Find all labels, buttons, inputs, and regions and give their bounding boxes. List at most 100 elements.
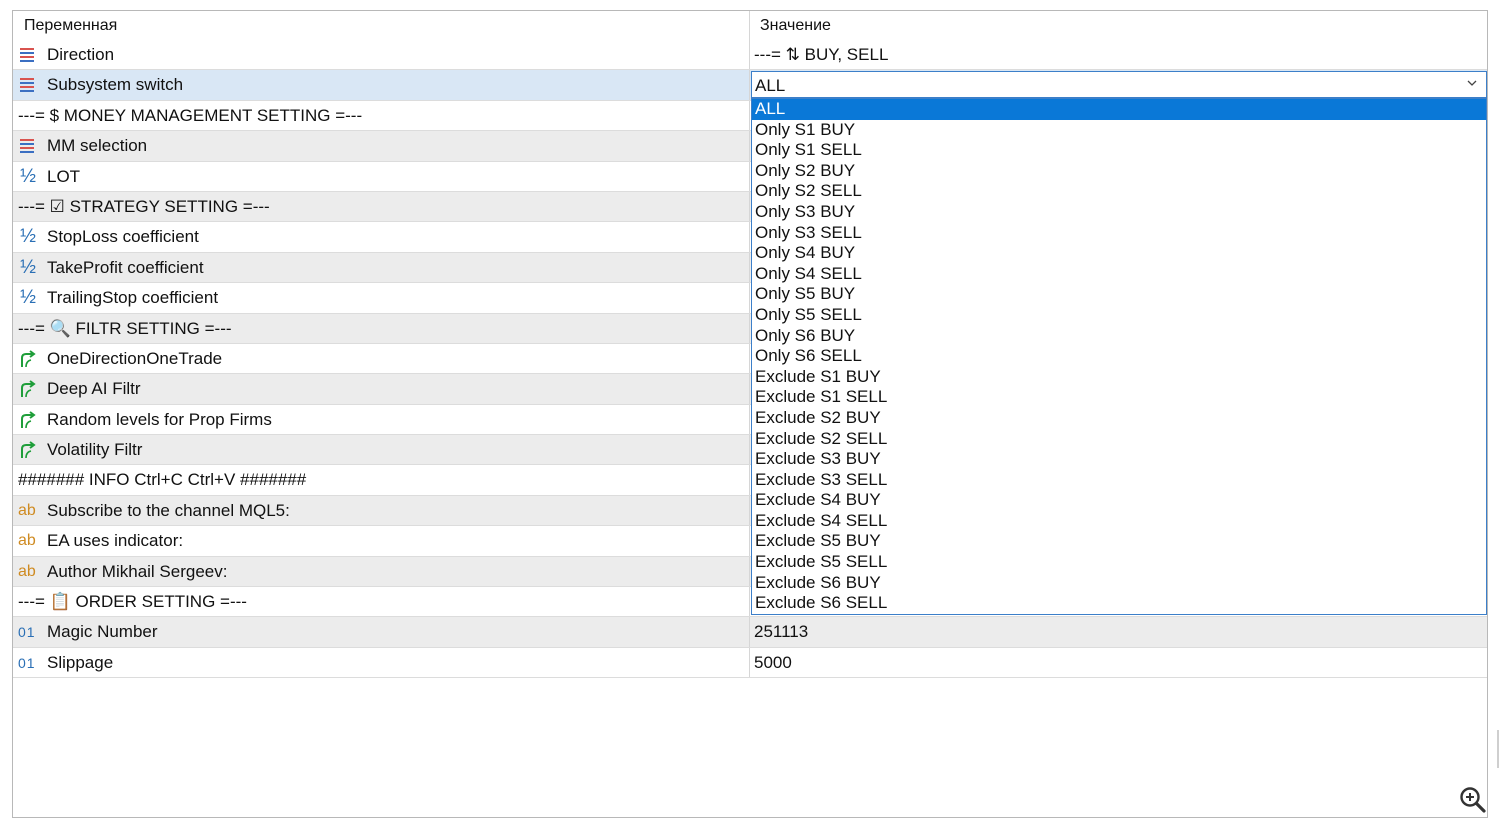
parameter-name-label: TakeProfit coefficient [47,257,204,277]
parameter-name-label: ---= ☑ STRATEGY SETTING =--- [18,196,270,216]
cell-divider [749,404,750,435]
parameter-row[interactable]: 01 Slippage 5000 [13,647,1487,679]
parameter-name: OneDirectionOneTrade [18,344,222,374]
parameter-name-label: Volatility Filtr [47,440,143,460]
parameter-name-label: ####### INFO Ctrl+C Ctrl+V ####### [18,470,307,490]
combobox-value: ALL [755,76,786,95]
dropdown-option[interactable]: Exclude S3 SELL [752,470,1486,491]
parameter-name-label: LOT [47,166,81,186]
parameter-value[interactable]: 5000 [754,648,792,678]
dropdown-option[interactable]: Only S2 BUY [752,161,1486,182]
parameter-name: ####### INFO Ctrl+C Ctrl+V ####### [18,465,306,495]
dropdown-option[interactable]: Exclude S4 SELL [752,511,1486,532]
parameter-name: ---= ☑ STRATEGY SETTING =--- [18,192,270,222]
parameter-name: Volatility Filtr [18,435,142,465]
column-header-name[interactable]: Переменная [24,17,117,35]
cell-divider [749,343,750,374]
parameter-name: ½ TrailingStop coefficient [18,283,218,313]
dropdown-option[interactable]: Only S5 SELL [752,305,1486,326]
dropdown-option[interactable]: Exclude S6 BUY [752,573,1486,594]
dropdown-option[interactable]: Only S1 BUY [752,120,1486,141]
parameter-name: ---= 📋 ORDER SETTING =--- [18,587,247,617]
dropdown-option[interactable]: Only S4 BUY [752,243,1486,264]
parameter-name-label: Subsystem switch [47,75,184,95]
parameter-name: Deep AI Filtr [18,374,141,404]
cell-divider [749,283,750,313]
cell-divider [749,252,750,283]
fraction-icon: ½ [20,165,36,187]
dropdown-option[interactable]: ALL [752,99,1486,120]
cell-divider [749,70,750,100]
cell-divider [749,526,750,556]
chevron-down-icon[interactable] [1466,77,1478,89]
integer-icon: 01 [18,654,36,671]
parameter-row[interactable]: 01 Magic Number 251113 [13,617,1487,648]
fraction-icon: ½ [20,226,36,248]
parameter-name: ½ LOT [18,162,80,192]
cell-divider [749,100,750,131]
dropdown-option[interactable]: Exclude S4 BUY [752,490,1486,511]
enum-icon [18,136,38,156]
string-icon: ab [18,562,36,580]
subsystem-switch-dropdown: ALL Only S1 BUY Only S1 SELL Only S2 BUY Onl… [751,98,1487,615]
cell-divider [749,587,750,617]
parameter-name-label: ---= 📋 ORDER SETTING =--- [18,592,247,612]
parameter-name: ½ TakeProfit coefficient [18,253,204,283]
zoom-in-icon[interactable] [1458,785,1488,815]
parameter-name: MM selection [18,131,147,161]
cell-divider [749,495,750,526]
cell-divider [749,465,750,495]
cell-divider [749,40,750,70]
parameter-value[interactable]: 251113 [754,617,808,647]
parameter-name: ---= 🔍 FILTR SETTING =--- [18,314,232,344]
dropdown-option[interactable]: Only S3 BUY [752,202,1486,223]
dropdown-option[interactable]: Exclude S5 BUY [752,531,1486,552]
cell-divider [749,617,750,647]
parameter-name-label: OneDirectionOneTrade [47,348,223,368]
parameter-name: 01 Magic Number [18,617,158,647]
inputs-panel: Переменная Значение Direction ---= ⇅ BUY,… [12,10,1488,818]
dropdown-option[interactable]: Only S4 SELL [752,264,1486,285]
subsystem-switch-combobox[interactable]: ALL [751,71,1487,98]
dropdown-option[interactable]: Only S5 BUY [752,284,1486,305]
parameter-name-label: Direction [47,45,115,64]
dropdown-option[interactable]: Exclude S6 SELL [752,593,1486,614]
parameter-name-label: MM selection [47,136,148,156]
dropdown-option[interactable]: Only S6 BUY [752,326,1486,347]
parameter-name: ab Author Mikhail Sergeev: [18,557,227,587]
parameter-name-label: TrailingStop coefficient [47,288,219,308]
parameter-name-label: Magic Number [47,622,158,642]
dropdown-option[interactable]: Exclude S1 BUY [752,367,1486,388]
cell-divider [749,556,750,587]
enum-icon [18,75,38,95]
parameter-name-label: StopLoss coefficient [47,227,199,247]
dropdown-option[interactable]: Exclude S1 SELL [752,387,1486,408]
parameter-name-label: Deep AI Filtr [47,379,141,399]
dropdown-option[interactable]: Exclude S2 SELL [752,429,1486,450]
fraction-icon: ½ [20,256,36,278]
dropdown-option[interactable]: Only S6 SELL [752,346,1486,367]
dropdown-option[interactable]: Exclude S3 BUY [752,449,1486,470]
parameter-name: ab Subscribe to the channel MQL5: [18,496,290,526]
bool-arrow-icon [18,349,38,369]
dropdown-option[interactable]: Only S2 SELL [752,181,1486,202]
cell-divider [749,222,750,252]
dropdown-option[interactable]: Exclude S5 SELL [752,552,1486,573]
bool-arrow-icon [18,379,38,399]
parameter-name: ab EA uses indicator: [18,526,183,556]
fraction-icon: ½ [20,287,36,309]
parameter-name: ½ StopLoss coefficient [18,222,199,252]
column-header-value[interactable]: Значение [760,17,831,35]
parameter-name: ---= $ MONEY MANAGEMENT SETTING =--- [18,101,362,131]
parameter-value[interactable]: ---= ⇅ BUY, SELL [754,40,888,70]
integer-icon: 01 [18,624,36,641]
parameter-name: 01 Slippage [18,648,113,678]
parameter-name: Direction [18,40,114,70]
cell-divider [749,313,750,343]
dropdown-option[interactable]: Exclude S2 BUY [752,408,1486,429]
cell-divider [749,374,750,404]
dropdown-option[interactable]: Only S1 SELL [752,140,1486,161]
scroll-edge [1497,730,1499,768]
parameter-row[interactable]: Direction ---= ⇅ BUY, SELL [13,40,1487,71]
dropdown-option[interactable]: Only S3 SELL [752,223,1486,244]
